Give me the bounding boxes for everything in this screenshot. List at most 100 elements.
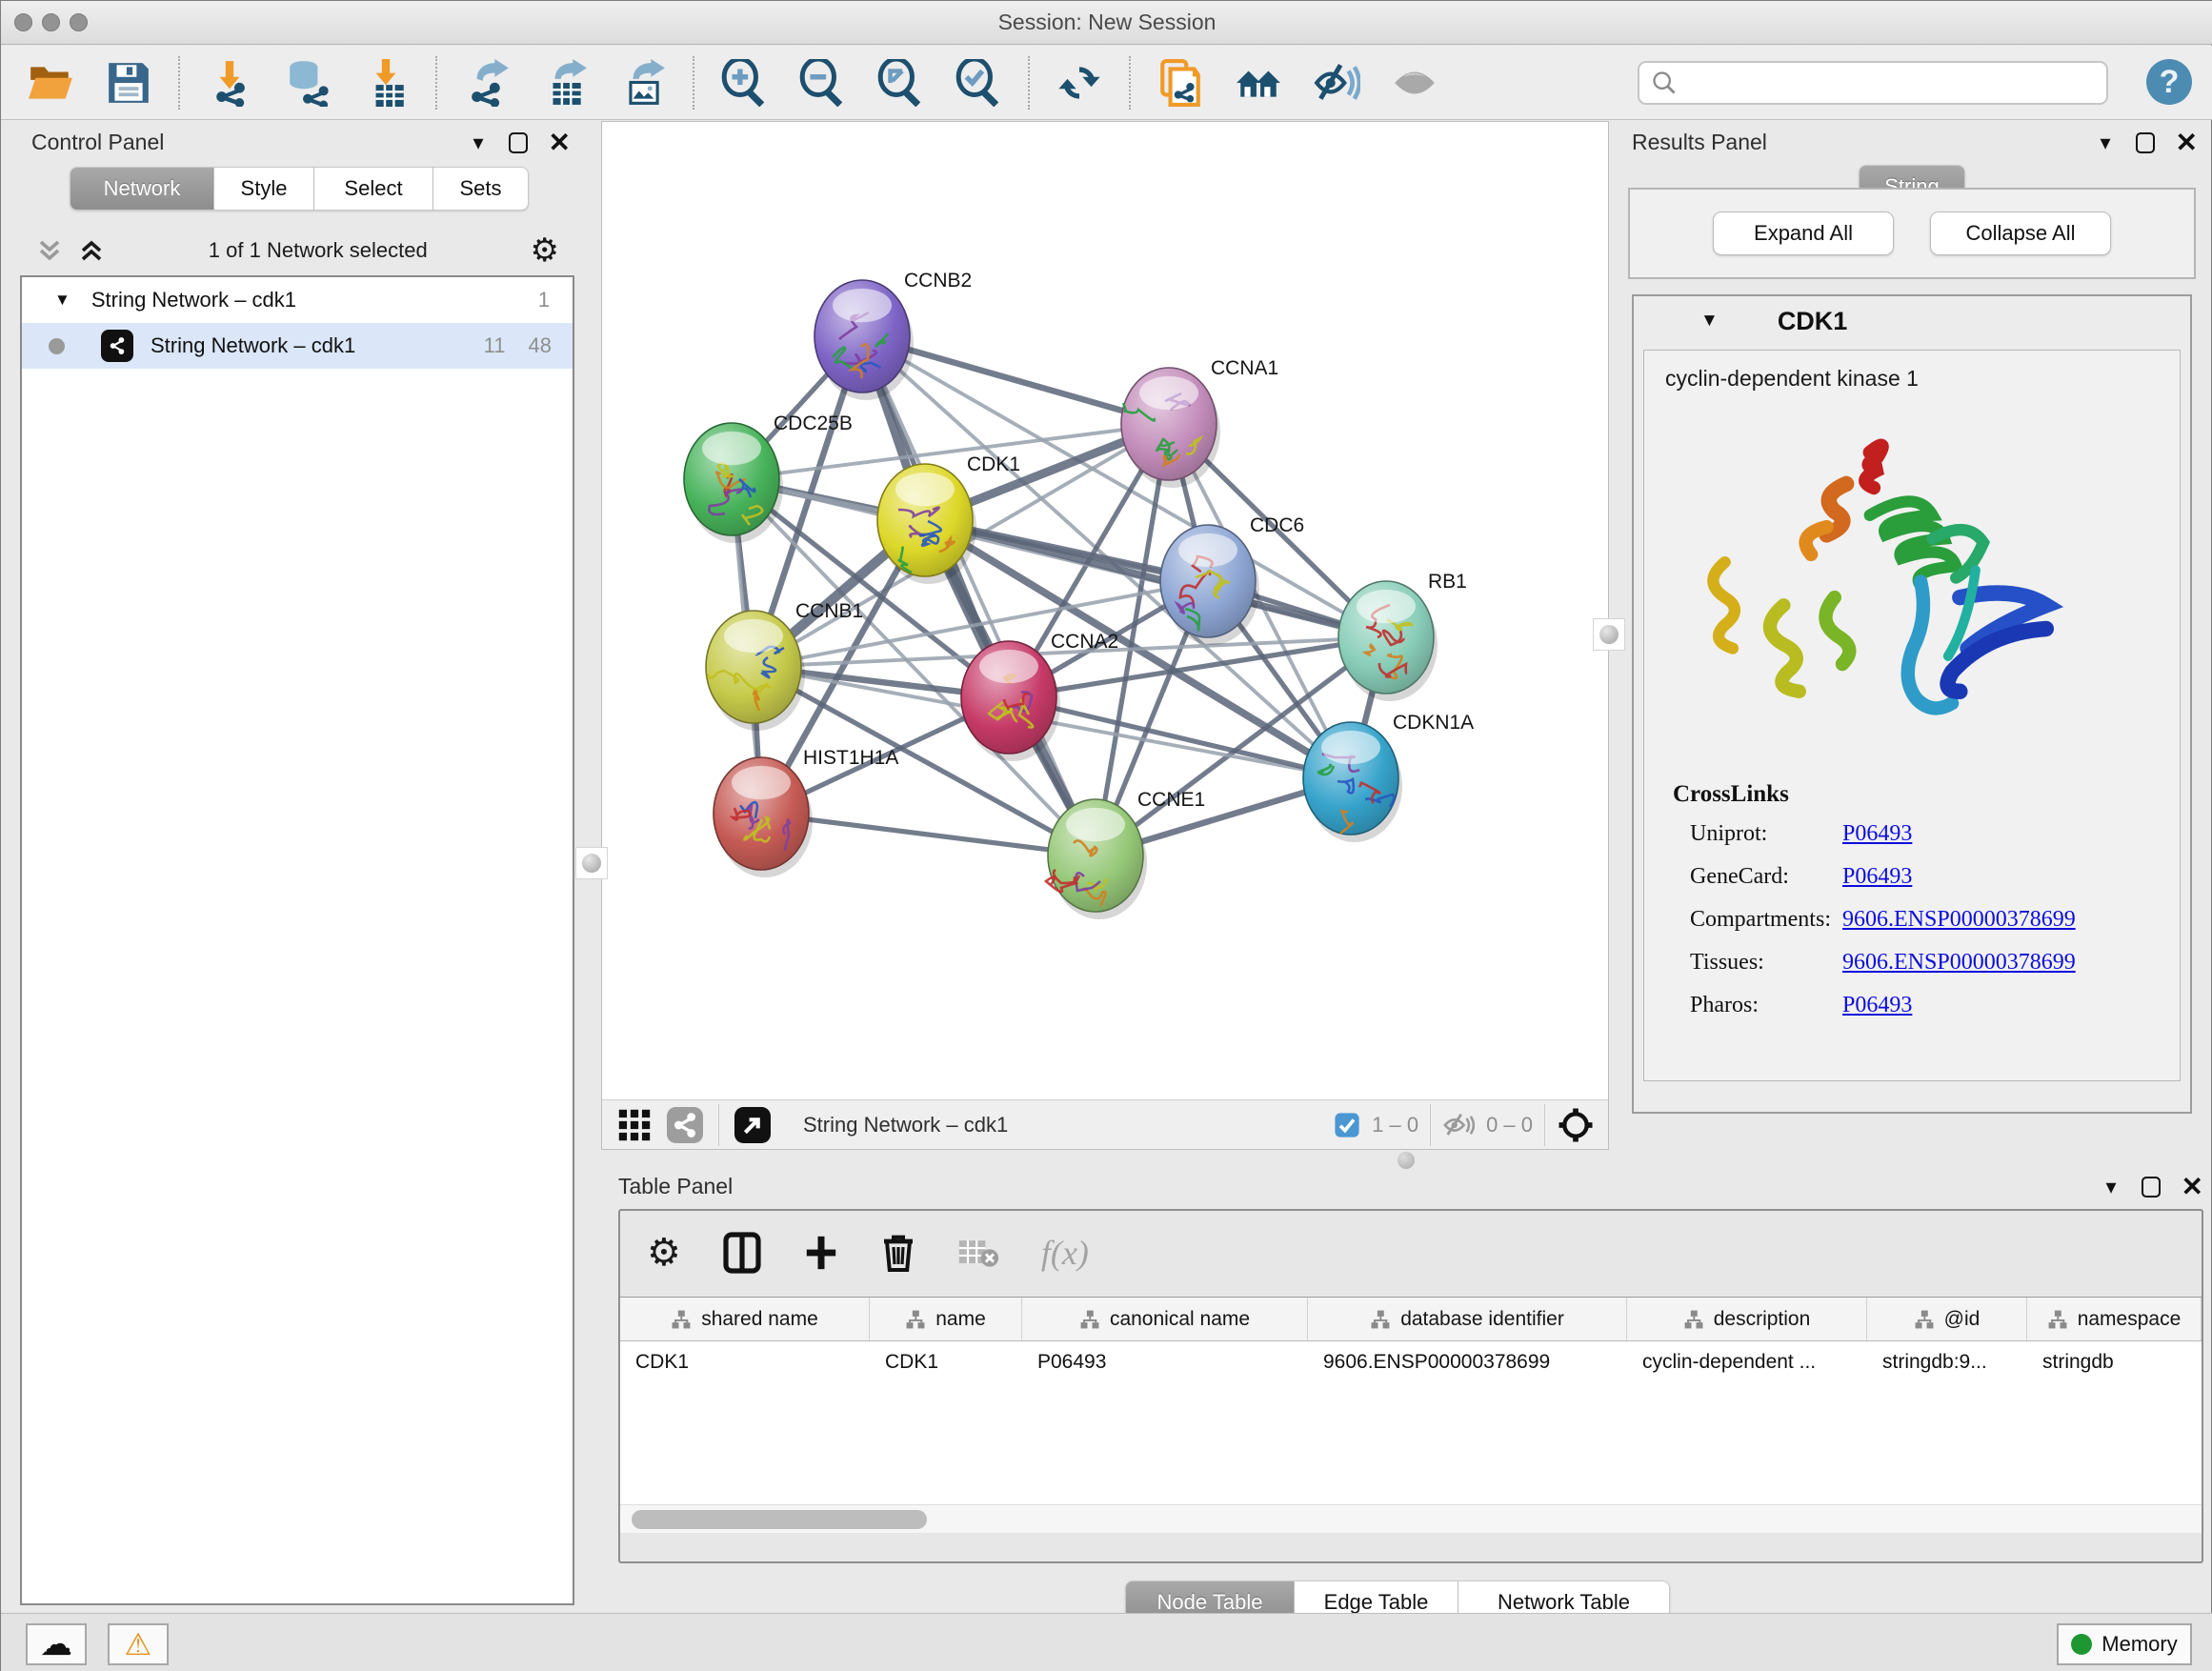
delete-column-button[interactable] bbox=[881, 1232, 915, 1274]
network-collection-row[interactable]: ▼ String Network – cdk1 1 bbox=[22, 277, 573, 323]
float-panel-icon[interactable] bbox=[2142, 1177, 2161, 1198]
collapse-all-button[interactable]: Collapse All bbox=[1930, 211, 2111, 255]
tab-select[interactable]: Select bbox=[314, 167, 433, 211]
close-panel-icon[interactable]: ✕ bbox=[549, 127, 571, 158]
delete-table-button[interactable] bbox=[957, 1237, 999, 1269]
hidden-eye-icon[interactable] bbox=[1442, 1111, 1475, 1139]
import-table-file-button[interactable] bbox=[361, 58, 411, 108]
zoom-window-button[interactable] bbox=[70, 13, 88, 31]
export-network-button[interactable] bbox=[462, 58, 512, 108]
memory-button[interactable]: Memory bbox=[2057, 1623, 2192, 1665]
expand-all-button[interactable]: Expand All bbox=[1713, 211, 1894, 255]
gene-description: cyclin-dependent kinase 1 bbox=[1644, 351, 2180, 392]
warnings-button[interactable]: ⚠ bbox=[108, 1623, 169, 1665]
crosslink-link[interactable]: P06493 bbox=[1842, 864, 1912, 890]
minimize-window-button[interactable] bbox=[42, 13, 60, 31]
right-splitter-handle[interactable] bbox=[1593, 618, 1625, 651]
detach-view-button[interactable] bbox=[734, 1107, 771, 1143]
scrollbar-thumb[interactable] bbox=[632, 1510, 927, 1529]
toolbar-search[interactable] bbox=[1638, 61, 2108, 105]
clone-network-button[interactable] bbox=[1156, 58, 1205, 108]
collection-count: 1 bbox=[538, 288, 550, 312]
column-header-database-identifier[interactable]: database identifier bbox=[1308, 1298, 1627, 1340]
zoom-in-button[interactable] bbox=[719, 58, 769, 108]
help-button[interactable]: ? bbox=[2146, 59, 2192, 105]
center-view-icon[interactable] bbox=[1557, 1106, 1595, 1144]
float-panel-icon[interactable] bbox=[2136, 132, 2155, 153]
expander-triangle-icon[interactable]: ▼ bbox=[54, 291, 70, 310]
network-row[interactable]: String Network – cdk1 11 48 bbox=[22, 323, 573, 369]
import-network-file-button[interactable] bbox=[205, 58, 254, 108]
network-node-CCNA1[interactable]: CCNA1 bbox=[1121, 357, 1278, 488]
network-canvas[interactable]: CCNB2CCNA1CDC25BCDK1CDC6RB1CCNB1CCNA2CDK… bbox=[602, 122, 1608, 1099]
open-session-button[interactable] bbox=[26, 58, 75, 108]
network-node-CCNB1[interactable]: CCNB1 bbox=[706, 600, 863, 731]
add-column-button[interactable] bbox=[803, 1232, 839, 1274]
zoom-out-button[interactable] bbox=[797, 58, 847, 108]
table-cell: P06493 bbox=[1022, 1341, 1308, 1383]
network-view-title: String Network – cdk1 bbox=[803, 1113, 1008, 1137]
column-header-@id[interactable]: @id bbox=[1867, 1298, 2027, 1340]
hide-selected-button[interactable] bbox=[1312, 58, 1361, 108]
refresh-view-button[interactable] bbox=[1055, 58, 1104, 108]
first-neighbors-button[interactable] bbox=[1234, 58, 1283, 108]
horizontal-scrollbar[interactable] bbox=[620, 1504, 2202, 1533]
show-all-button[interactable] bbox=[1390, 58, 1439, 108]
save-session-button[interactable] bbox=[104, 58, 153, 108]
table-options-gear-icon[interactable]: ⚙ bbox=[647, 1231, 681, 1275]
results-buttons-box: Expand All Collapse All bbox=[1628, 188, 2196, 279]
column-header-description[interactable]: description bbox=[1627, 1298, 1867, 1340]
crosslink-link[interactable]: P06493 bbox=[1842, 821, 1912, 847]
network-node-HIST1H1A[interactable]: HIST1H1A bbox=[714, 747, 898, 877]
close-panel-icon[interactable]: ✕ bbox=[2182, 1171, 2203, 1202]
collapse-panel-icon[interactable]: ▾ bbox=[2100, 131, 2110, 155]
export-image-button[interactable] bbox=[618, 58, 668, 108]
collapse-panel-icon[interactable]: ▾ bbox=[473, 131, 483, 155]
column-header-namespace[interactable]: namespace bbox=[2027, 1298, 2202, 1340]
import-network-database-button[interactable] bbox=[283, 58, 332, 108]
float-panel-icon[interactable] bbox=[509, 132, 528, 153]
zoom-selected-button[interactable] bbox=[954, 58, 1003, 108]
table-panel-box: ⚙ f(x) shared namenamecanonical namedata… bbox=[618, 1209, 2203, 1563]
network-options-gear-icon[interactable]: ⚙ bbox=[531, 232, 559, 270]
crosslink-link[interactable]: P06493 bbox=[1842, 993, 1912, 1018]
show-columns-button[interactable] bbox=[723, 1232, 761, 1274]
network-node-CCNA2[interactable]: CCNA2 bbox=[961, 631, 1118, 761]
network-node-CCNB2[interactable]: CCNB2 bbox=[814, 270, 972, 400]
close-window-button[interactable] bbox=[14, 13, 32, 31]
gene-entry-header[interactable]: ▼ CDK1 bbox=[1634, 296, 2190, 346]
cloud-status-button[interactable]: ☁ bbox=[26, 1623, 87, 1665]
tab-network[interactable]: Network bbox=[70, 167, 214, 211]
string-view-badge-icon[interactable] bbox=[667, 1107, 703, 1143]
network-node-CDKN1A[interactable]: CDKN1A bbox=[1303, 712, 1474, 842]
collapse-all-icon[interactable] bbox=[35, 238, 64, 263]
selected-checkbox-icon[interactable] bbox=[1334, 1112, 1360, 1138]
column-type-icon bbox=[2047, 1309, 2068, 1330]
network-node-CDC25B[interactable]: CDC25B bbox=[684, 413, 853, 543]
table-row[interactable]: CDK1CDK1P064939606.ENSP00000378699cyclin… bbox=[620, 1341, 2202, 1383]
import-network-icon bbox=[206, 59, 253, 107]
crosslink-link[interactable]: 9606.ENSP00000378699 bbox=[1842, 907, 2076, 933]
tab-sets[interactable]: Sets bbox=[433, 167, 529, 211]
column-header-name[interactable]: name bbox=[870, 1298, 1022, 1340]
column-header-shared-name[interactable]: shared name bbox=[620, 1298, 870, 1340]
crosslink-link[interactable]: 9606.ENSP00000378699 bbox=[1842, 950, 2076, 976]
birds-eye-toggle-button[interactable] bbox=[617, 1108, 652, 1142]
column-type-icon bbox=[1683, 1309, 1704, 1330]
bottom-splitter-handle[interactable] bbox=[1398, 1152, 1415, 1169]
tab-style[interactable]: Style bbox=[214, 167, 314, 211]
zoom-fit-button[interactable] bbox=[875, 58, 925, 108]
function-builder-button[interactable]: f(x) bbox=[1041, 1233, 1089, 1273]
collapse-panel-icon[interactable]: ▾ bbox=[2105, 1175, 2116, 1199]
expander-triangle-icon[interactable]: ▼ bbox=[1700, 311, 1719, 332]
export-image-icon bbox=[619, 59, 667, 107]
column-header-canonical-name[interactable]: canonical name bbox=[1022, 1298, 1308, 1340]
left-splitter-handle[interactable] bbox=[575, 847, 608, 879]
search-input[interactable] bbox=[1678, 71, 2106, 94]
network-node-CCNE1[interactable]: CCNE1 bbox=[1046, 789, 1205, 919]
zoom-in-icon bbox=[720, 59, 768, 107]
expand-all-icon[interactable] bbox=[77, 238, 106, 263]
close-panel-icon[interactable]: ✕ bbox=[2176, 127, 2198, 158]
export-table-button[interactable] bbox=[540, 58, 590, 108]
network-node-RB1[interactable]: RB1 bbox=[1338, 571, 1467, 701]
